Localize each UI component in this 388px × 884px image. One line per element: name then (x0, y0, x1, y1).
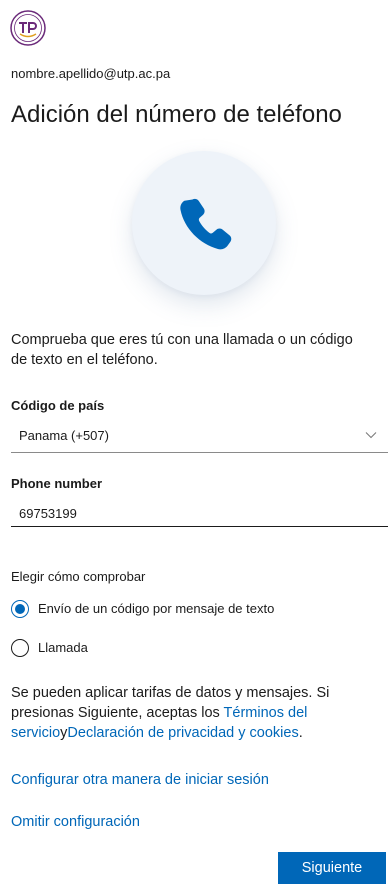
terms-suffix: . (298, 725, 303, 741)
page-title: Adición del número de teléfono (11, 101, 342, 128)
privacy-statement-link[interactable]: Declaración de privacidad y cookies (67, 725, 298, 741)
verify-method-label: Elegir cómo comprobar (11, 569, 146, 584)
radio-option-call[interactable]: Llamada (11, 639, 131, 661)
instructions-text: Comprueba que eres tú con una llamada o … (11, 332, 353, 368)
radio-call[interactable] (11, 639, 29, 657)
skip-setup-link[interactable]: Omitir configuración (11, 814, 140, 830)
phone-number-input[interactable] (19, 506, 319, 521)
next-button[interactable]: Siguiente (278, 852, 386, 884)
radio-text-message-label: Envío de un código por mensaje de texto (38, 601, 275, 616)
terms-text: Se pueden aplicar tarifas de datos y men… (11, 683, 383, 743)
phone-number-field-container (11, 500, 388, 527)
chevron-down-icon (365, 432, 377, 439)
other-signin-method-link[interactable]: Configurar otra manera de iniciar sesión (11, 772, 269, 788)
radio-option-text-message[interactable]: Envío de un código por mensaje de texto (11, 600, 351, 622)
phone-illustration (132, 151, 276, 295)
radio-call-label: Llamada (38, 640, 88, 655)
utp-seal-logo (10, 10, 46, 46)
account-email: nombre.apellido@utp.ac.pa (11, 66, 171, 81)
country-code-label: Código de país (11, 398, 105, 413)
radio-text-message[interactable] (11, 600, 29, 618)
phone-number-label: Phone number (11, 476, 103, 491)
phone-icon (180, 198, 232, 250)
country-code-select[interactable]: Panama (+507) (11, 422, 388, 453)
country-code-value: Panama (+507) (19, 428, 109, 443)
